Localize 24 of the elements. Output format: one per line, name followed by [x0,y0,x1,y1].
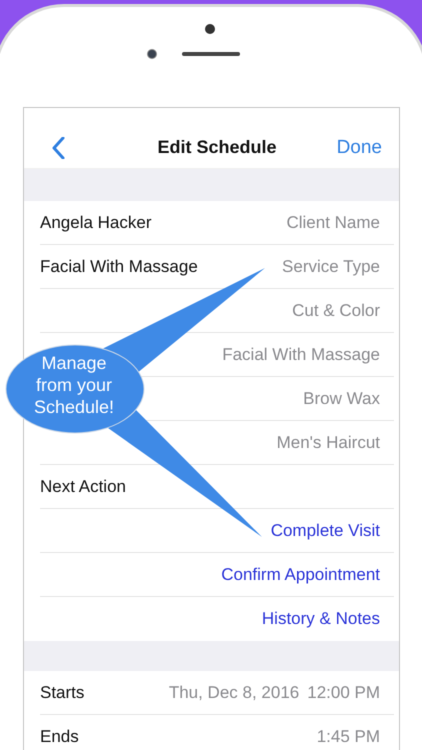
date-value[interactable]: Thu, Dec 8, 2016 [168,682,300,702]
field-label: Client Name [286,212,380,232]
speaker-icon [182,52,240,56]
screen-title: Edit Schedule [157,137,277,158]
row-label: Starts [40,682,84,702]
done-button[interactable]: Done [336,136,382,158]
service-option[interactable]: Men's Haircut [276,432,380,452]
field-label: Service Type [282,256,380,276]
section-label: Next Action [40,476,126,496]
field-value[interactable]: Facial With Massage [40,256,198,276]
service-option[interactable]: Brow Wax [303,388,380,408]
action-link[interactable]: Complete Visit [270,520,380,540]
callout-text: Manage from your Schedule! [32,352,116,418]
sensor-icon [205,24,215,34]
back-icon[interactable] [52,136,65,158]
camera-icon [147,49,157,59]
time-value[interactable]: 1:45 PM [316,726,380,746]
action-link[interactable]: Confirm Appointment [221,564,380,584]
service-option[interactable]: Cut & Color [292,300,380,320]
action-link[interactable]: History & Notes [262,608,380,628]
service-option[interactable]: Facial With Massage [222,344,380,364]
row-label: Ends [40,726,79,746]
time-value[interactable]: 12:00 PM [307,682,380,702]
field-value[interactable]: Angela Hacker [40,212,152,232]
